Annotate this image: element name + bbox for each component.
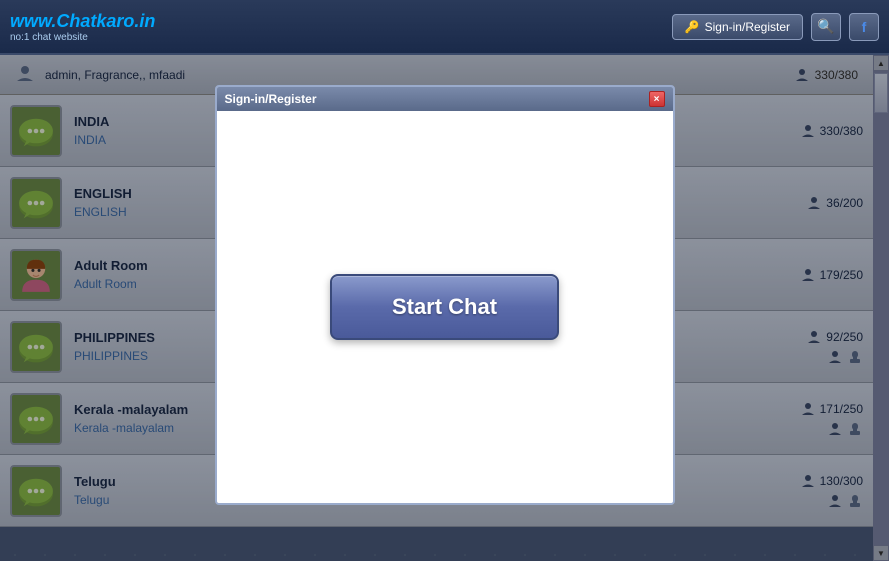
search-icon: 🔍: [817, 18, 834, 35]
facebook-button[interactable]: f: [849, 13, 879, 41]
signin-modal: Sign-in/Register × Start Chat: [215, 85, 675, 505]
modal-body: Start Chat: [217, 111, 673, 503]
header: www.Chatkaro.in no:1 chat website 🔑 Sign…: [0, 0, 889, 55]
start-chat-button[interactable]: Start Chat: [330, 274, 559, 340]
modal-titlebar: Sign-in/Register ×: [217, 87, 673, 111]
modal-close-button[interactable]: ×: [649, 91, 665, 107]
modal-title: Sign-in/Register: [225, 92, 649, 106]
header-buttons: 🔑 Sign-in/Register 🔍 f: [672, 13, 879, 41]
modal-overlay: Sign-in/Register × Start Chat: [0, 55, 889, 561]
logo-sub: no:1 chat website: [10, 32, 155, 43]
signin-icon: 🔑: [685, 20, 700, 34]
search-button[interactable]: 🔍: [811, 13, 841, 41]
signin-register-button[interactable]: 🔑 Sign-in/Register: [672, 14, 803, 40]
logo-main: www.Chatkaro.in: [10, 11, 155, 32]
logo-area: www.Chatkaro.in no:1 chat website: [10, 11, 155, 43]
facebook-icon: f: [862, 19, 867, 35]
